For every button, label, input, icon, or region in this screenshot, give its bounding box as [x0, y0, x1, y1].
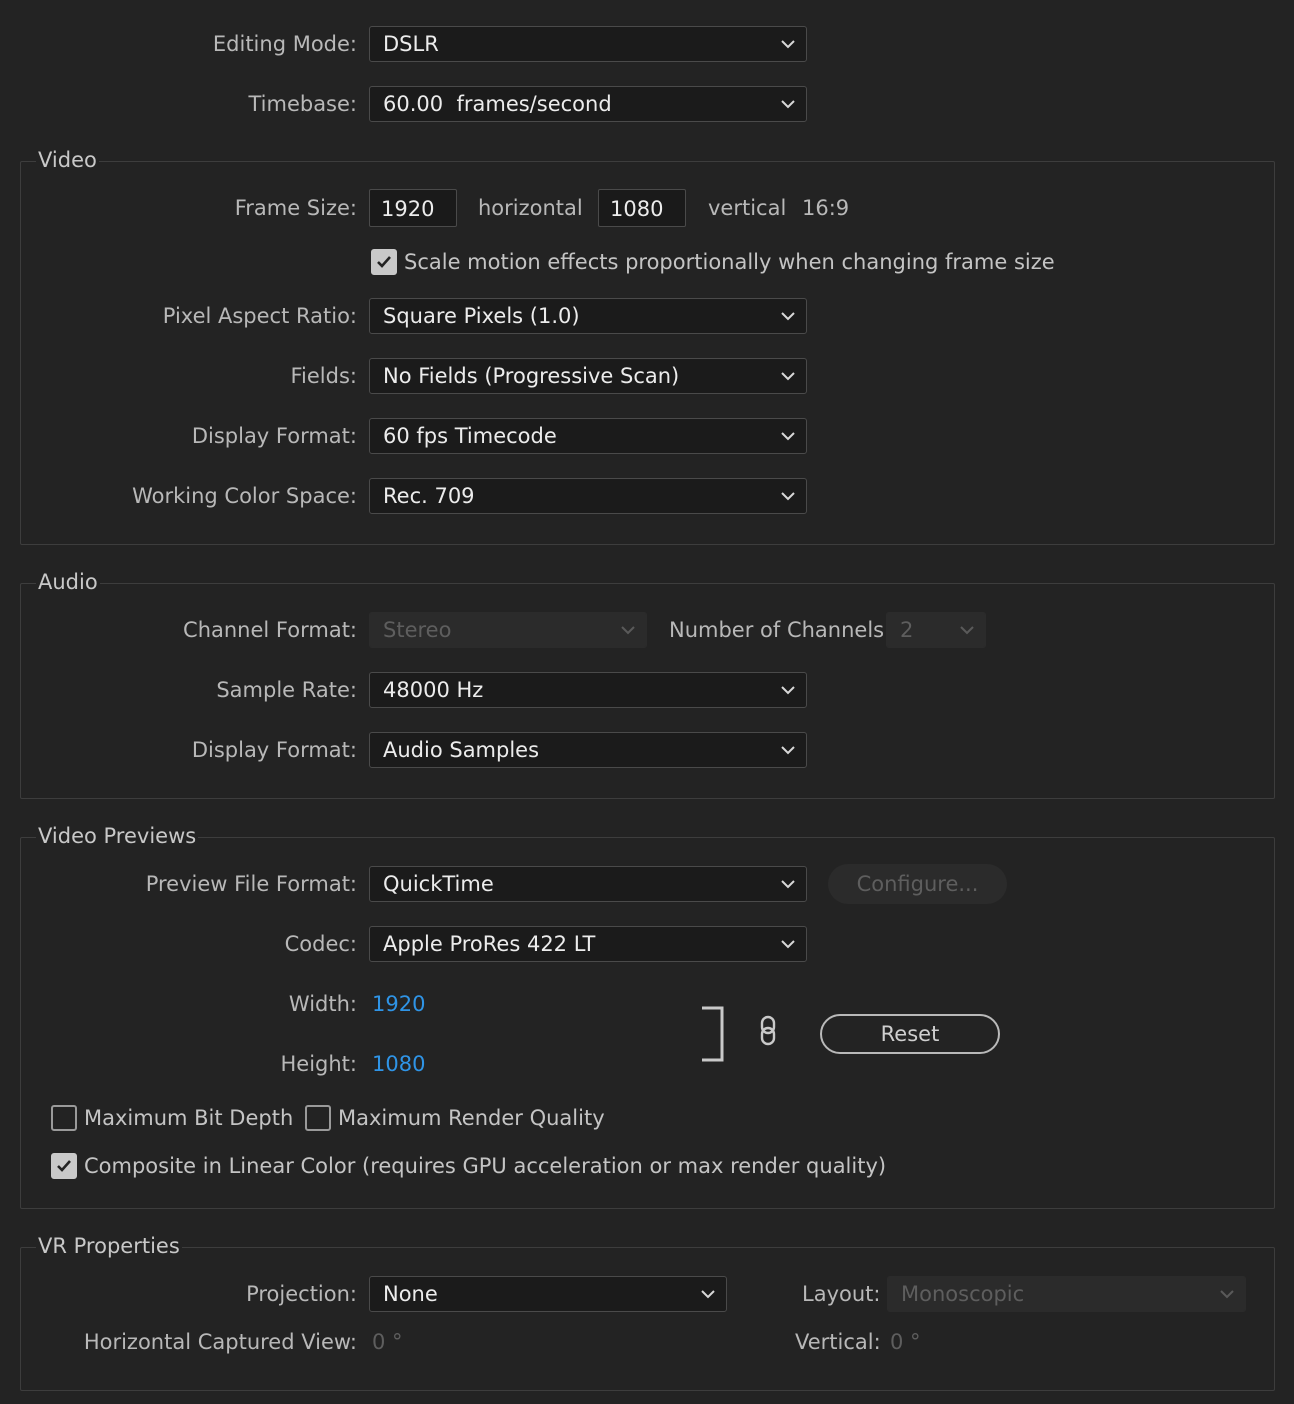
chevron-down-icon [780, 38, 796, 50]
horizontal-captured-view-value: 0 ° [372, 1330, 403, 1354]
preview-file-format-value: QuickTime [383, 872, 494, 896]
frame-width-input[interactable]: 1920 [369, 189, 457, 227]
checkmark-icon [57, 1160, 71, 1172]
num-channels-value: 2 [900, 618, 914, 642]
scale-motion-label[interactable]: Scale motion effects proportionally when… [404, 247, 1055, 277]
max-bit-depth-checkbox[interactable] [51, 1105, 77, 1131]
video-display-format-dropdown[interactable]: 60 fps Timecode [369, 418, 807, 454]
layout-label: Layout: [802, 1282, 881, 1306]
audio-display-format-dropdown[interactable]: Audio Samples [369, 732, 807, 768]
linear-color-checkbox[interactable] [51, 1153, 77, 1179]
frame-height-input[interactable]: 1080 [598, 189, 686, 227]
editing-mode-dropdown[interactable]: DSLR [369, 26, 807, 62]
pixel-aspect-label: Pixel Aspect Ratio: [162, 304, 357, 328]
preview-height-value[interactable]: 1080 [372, 1045, 425, 1083]
vertical-view-value: 0 ° [890, 1330, 921, 1354]
chevron-down-icon [780, 938, 796, 950]
chevron-down-icon [1219, 1288, 1235, 1300]
chevron-down-icon [780, 98, 796, 110]
preview-file-format-label: Preview File Format: [145, 872, 357, 896]
vertical-view-label: Vertical: [795, 1330, 881, 1354]
horizontal-captured-view-label: Horizontal Captured View: [83, 1330, 357, 1354]
configure-button[interactable]: Configure... [828, 864, 1007, 904]
chain-link-icon[interactable] [757, 1014, 779, 1053]
chevron-down-icon [780, 490, 796, 502]
audio-display-format-value: Audio Samples [383, 738, 540, 762]
chevron-down-icon [780, 430, 796, 442]
channel-format-label: Channel Format: [183, 618, 357, 642]
max-render-quality-label[interactable]: Maximum Render Quality [338, 1103, 605, 1133]
color-space-label: Working Color Space: [132, 484, 357, 508]
preview-file-format-dropdown[interactable]: QuickTime [369, 866, 807, 902]
horizontal-label: horizontal [478, 196, 583, 220]
audio-display-format-label: Display Format: [191, 738, 357, 762]
fields-dropdown[interactable]: No Fields (Progressive Scan) [369, 358, 807, 394]
vr-properties-section-title: VR Properties [36, 1231, 182, 1261]
color-space-dropdown[interactable]: Rec. 709 [369, 478, 807, 514]
timebase-label: Timebase: [248, 92, 357, 116]
sample-rate-label: Sample Rate: [216, 678, 357, 702]
projection-label: Projection: [246, 1282, 357, 1306]
layout-value: Monoscopic [901, 1282, 1025, 1306]
reset-button[interactable]: Reset [820, 1014, 1000, 1054]
vertical-label: vertical [708, 196, 787, 220]
fields-value: No Fields (Progressive Scan) [383, 364, 680, 388]
max-render-quality-checkbox[interactable] [305, 1105, 331, 1131]
layout-dropdown[interactable]: Monoscopic [887, 1276, 1246, 1312]
chevron-down-icon [780, 370, 796, 382]
chevron-down-icon [780, 878, 796, 890]
projection-dropdown[interactable]: None [369, 1276, 727, 1312]
chevron-down-icon [959, 624, 975, 636]
chevron-down-icon [780, 310, 796, 322]
sample-rate-dropdown[interactable]: 48000 Hz [369, 672, 807, 708]
sample-rate-value: 48000 Hz [383, 678, 484, 702]
timebase-value: 60.00 frames/second [383, 92, 612, 116]
editing-mode-value: DSLR [383, 32, 439, 56]
chevron-down-icon [780, 684, 796, 696]
chevron-down-icon [620, 624, 636, 636]
pixel-aspect-dropdown[interactable]: Square Pixels (1.0) [369, 298, 807, 334]
channel-format-dropdown[interactable]: Stereo [369, 612, 647, 648]
projection-value: None [383, 1282, 438, 1306]
codec-dropdown[interactable]: Apple ProRes 422 LT [369, 926, 807, 962]
bracket-icon [700, 1006, 726, 1067]
fields-label: Fields: [290, 364, 358, 388]
audio-section-title: Audio [36, 567, 100, 597]
frame-size-label: Frame Size: [234, 196, 357, 220]
checkmark-icon [377, 256, 391, 268]
video-display-format-label: Display Format: [191, 424, 357, 448]
editing-mode-label: Editing Mode: [212, 32, 357, 56]
video-section-title: Video [36, 145, 99, 175]
codec-label: Codec: [284, 932, 357, 956]
linear-color-label[interactable]: Composite in Linear Color (requires GPU … [84, 1151, 886, 1181]
codec-value: Apple ProRes 422 LT [383, 932, 596, 956]
timebase-dropdown[interactable]: 60.00 frames/second [369, 86, 807, 122]
num-channels-label: Number of Channels: [669, 618, 892, 642]
preview-width-value[interactable]: 1920 [372, 985, 425, 1023]
preview-height-label: Height: [280, 1052, 358, 1076]
chevron-down-icon [700, 1288, 716, 1300]
preview-width-label: Width: [288, 992, 357, 1016]
num-channels-dropdown[interactable]: 2 [886, 612, 986, 648]
scale-motion-checkbox[interactable] [371, 249, 397, 275]
max-bit-depth-label[interactable]: Maximum Bit Depth [84, 1103, 293, 1133]
color-space-value: Rec. 709 [383, 484, 475, 508]
vr-properties-section [20, 1247, 1275, 1391]
pixel-aspect-value: Square Pixels (1.0) [383, 304, 580, 328]
video-previews-section-title: Video Previews [36, 821, 199, 851]
video-display-format-value: 60 fps Timecode [383, 424, 557, 448]
chevron-down-icon [780, 744, 796, 756]
channel-format-value: Stereo [383, 618, 452, 642]
aspect-ratio-value: 16:9 [802, 196, 850, 220]
